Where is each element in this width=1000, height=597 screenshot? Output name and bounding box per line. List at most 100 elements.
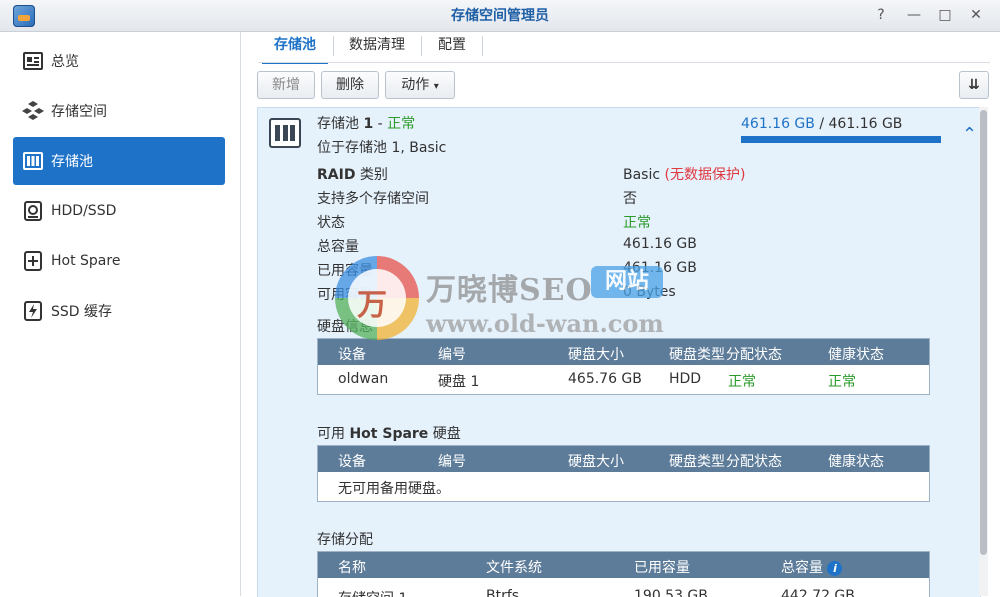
tab-divider — [333, 36, 334, 56]
pool-dash: - — [377, 116, 383, 132]
collapse-chevron-icon[interactable]: ⌃ — [962, 124, 977, 145]
maximize-button[interactable]: □ — [936, 6, 954, 24]
hot-spare-table: 设备 编号 硬盘大小 硬盘类型 分配状态 健康状态 无可用备用硬盘。 — [317, 445, 930, 502]
table-header: 设备 编号 硬盘大小 硬盘类型 分配状态 健康状态 — [318, 446, 929, 472]
delete-button[interactable]: 删除 — [321, 71, 379, 99]
overview-icon — [22, 50, 44, 72]
table-header: 名称 文件系统 已用容量 总容量 i — [318, 552, 929, 578]
capacity-slash: / — [819, 116, 825, 132]
volume-cubes-icon — [22, 100, 44, 122]
close-button[interactable]: ✕ — [967, 6, 985, 24]
tab-underline — [258, 62, 990, 63]
help-button[interactable]: ? — [872, 6, 890, 24]
allocation-table: 名称 文件系统 已用容量 总容量 i 存储空间 1 Btrfs 190.53 G… — [317, 551, 930, 597]
disk-type-cell: HDD — [669, 371, 702, 387]
hot-spare-title-prefix: 可用 — [317, 426, 345, 442]
sidebar-item-hot-spare[interactable]: Hot Spare — [13, 237, 225, 285]
hot-spare-title-suffix: 硬盘 — [432, 426, 461, 442]
info-icon[interactable]: i — [827, 560, 843, 576]
pool-number: 1 — [363, 116, 374, 132]
column-header[interactable]: 总容量 i — [781, 557, 843, 577]
alloc-status-cell: 正常 — [728, 374, 756, 390]
sidebar-item-label: HDD/SSD — [51, 203, 117, 219]
column-header[interactable]: 分配状态 — [726, 451, 782, 471]
table-row[interactable]: oldwan 硬盘 1 465.76 GB HDD 正常 正常 — [318, 365, 929, 394]
raid-label-rest: 类别 — [355, 167, 388, 183]
sidebar-item-hdd-ssd[interactable]: HDD/SSD — [13, 187, 225, 235]
pool-subtitle: 位于存储池 1, Basic — [317, 140, 447, 156]
new-button[interactable]: 新增 — [257, 71, 315, 99]
column-header[interactable]: 硬盘类型 — [669, 344, 725, 364]
column-header[interactable]: 硬盘大小 — [568, 451, 624, 471]
caret-down-icon: ▾ — [433, 81, 439, 92]
sidebar-item-label: SSD 缓存 — [51, 304, 113, 320]
column-header[interactable]: 硬盘类型 — [669, 451, 725, 471]
disk-id-cell: 硬盘 1 — [438, 374, 480, 390]
pool-capacity: 461.16 GB / 461.16 GB — [741, 116, 902, 132]
column-header[interactable]: 分配状态 — [726, 344, 782, 364]
watermark-logo-char: 万 — [357, 288, 387, 323]
disk-info-table: 设备 编号 硬盘大小 硬盘类型 分配状态 健康状态 oldwan 硬盘 1 46… — [317, 338, 930, 395]
pool-name: 存储池 — [317, 116, 359, 132]
tab-settings[interactable]: 配置 — [428, 32, 476, 62]
sort-button[interactable]: ⇊ — [959, 71, 989, 99]
raid-note: (无数据保护) — [664, 167, 746, 183]
column-header[interactable]: 编号 — [438, 451, 466, 471]
total-capacity-value: 461.16 GB — [623, 236, 697, 252]
hot-spare-title-bold: Hot Spare — [349, 426, 429, 442]
hot-spare-plus-icon — [22, 250, 44, 272]
hot-spare-title: 可用 Hot Spare 硬盘 — [317, 423, 461, 443]
health-status-cell: 正常 — [828, 374, 856, 390]
device-cell: oldwan — [338, 371, 389, 387]
multi-volume-label: 支持多个存储空间 — [317, 191, 429, 207]
sidebar-item-label: 存储池 — [51, 154, 93, 170]
column-header[interactable]: 已用容量 — [634, 557, 690, 577]
column-header[interactable]: 设备 — [338, 451, 366, 471]
status-label: 状态 — [317, 215, 345, 231]
raid-value: Basic — [623, 167, 661, 183]
action-dropdown-button[interactable]: 动作 ▾ — [385, 71, 455, 99]
minimize-button[interactable]: — — [905, 6, 923, 24]
sidebar-item-label: 总览 — [51, 54, 79, 70]
disk-icon — [22, 200, 44, 222]
multi-volume-value: 否 — [623, 191, 637, 207]
allocation-title: 存储分配 — [317, 532, 373, 548]
watermark-text: 万晓博SEO — [426, 273, 593, 308]
sidebar-item-label: Hot Spare — [51, 253, 121, 269]
tab-divider — [421, 36, 422, 56]
sidebar-item-storage-pool[interactable]: 存储池 — [13, 137, 225, 185]
pool-header: 存储池 1 - 正常 — [317, 113, 415, 133]
tab-data-scrubbing[interactable]: 数据清理 — [340, 32, 414, 62]
raid-label-bold: RAID — [317, 167, 356, 183]
sidebar-item-overview[interactable]: 总览 — [13, 37, 225, 85]
column-header[interactable]: 编号 — [438, 344, 466, 364]
table-row[interactable]: 存储空间 1 Btrfs 190.53 GB 442.72 GB — [318, 578, 929, 597]
storage-pool-icon — [269, 118, 301, 148]
column-header[interactable]: 名称 — [338, 557, 366, 577]
column-header[interactable]: 设备 — [338, 344, 366, 364]
pool-status: 正常 — [387, 116, 416, 132]
scrollbar-thumb[interactable] — [980, 110, 987, 555]
table-header: 设备 编号 硬盘大小 硬盘类型 分配状态 健康状态 — [318, 339, 929, 365]
watermark-badge: 网站 — [591, 266, 663, 298]
disk-size-cell: 465.76 GB — [568, 371, 642, 387]
column-header[interactable]: 文件系统 — [486, 557, 542, 577]
total-capacity-label: 总容量 — [317, 239, 359, 255]
sort-icon: ⇊ — [968, 77, 980, 93]
column-header[interactable]: 健康状态 — [828, 344, 884, 364]
column-header[interactable]: 硬盘大小 — [568, 344, 624, 364]
total-capacity-header: 总容量 — [781, 560, 823, 576]
capacity-usage-bar — [741, 136, 941, 143]
pool-total: 461.16 GB — [828, 116, 903, 132]
column-header[interactable]: 健康状态 — [828, 451, 884, 471]
watermark-url: www.old-wan.com — [426, 309, 664, 338]
ssd-cache-lightning-icon — [22, 300, 44, 322]
empty-row: 无可用备用硬盘。 — [318, 472, 929, 501]
tab-storage-pool[interactable]: 存储池 — [262, 32, 328, 64]
sidebar-item-volume[interactable]: 存储空间 — [13, 87, 225, 135]
pool-used: 461.16 GB — [741, 116, 815, 132]
raid-type-value: Basic (无数据保护) — [623, 164, 745, 184]
sidebar-item-ssd-cache[interactable]: SSD 缓存 — [13, 287, 225, 335]
raid-type-label: RAID 类别 — [317, 164, 388, 184]
tab-divider — [482, 36, 483, 56]
